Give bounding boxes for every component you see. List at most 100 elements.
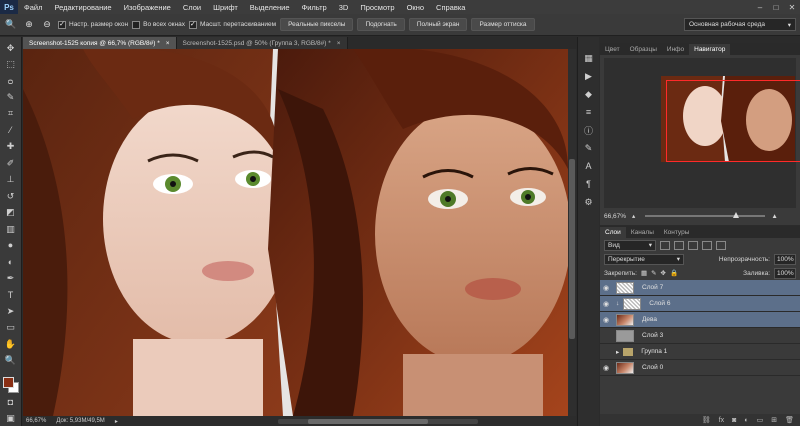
new-group-icon[interactable]: ▭ (757, 416, 764, 424)
eraser-icon[interactable]: ◩ (3, 205, 19, 219)
tool-presets-icon[interactable]: ⚙ (582, 195, 596, 209)
zoom-slider-knob[interactable] (733, 212, 740, 218)
zoom-tool-icon[interactable]: 🔍 (4, 18, 18, 32)
navigator-preview[interactable] (604, 58, 800, 208)
zoom-icon[interactable]: 🔍 (3, 353, 19, 367)
path-select-icon[interactable]: ➤ (3, 304, 19, 318)
layer-row[interactable]: Слой 3 (600, 328, 800, 344)
tab-paths[interactable]: Контуры (659, 227, 695, 238)
quick-select-icon[interactable]: ✎ (3, 90, 19, 104)
eye-icon[interactable]: ◉ (600, 300, 612, 308)
scrubby-zoom-checkbox[interactable]: ✓ Масшт. перетаскиванием (188, 20, 276, 29)
lock-all-icon[interactable]: 🔒 (670, 269, 678, 277)
navigator-zoom-value[interactable]: 66,67% (604, 213, 626, 220)
lasso-icon[interactable]: ᴑ (3, 74, 19, 88)
layer-row[interactable]: ▸ Группа 1 (600, 344, 800, 360)
menu-layers[interactable]: Слои (177, 3, 207, 12)
brush-presets-icon[interactable]: ✎ (582, 141, 596, 155)
status-arrow-icon[interactable]: ▸ (115, 418, 118, 425)
workspace-select[interactable]: Основная рабочая среда ▾ (684, 18, 796, 31)
filter-kind-select[interactable]: Вид ▾ (604, 239, 656, 251)
tab-document-1[interactable]: Screenshot-1525 копия @ 66,7% (RGB/8#) *… (23, 37, 177, 49)
hand-icon[interactable]: ✋ (3, 337, 19, 351)
eye-icon[interactable]: ◉ (600, 364, 612, 372)
zoom-in-large-icon[interactable]: ▲ (771, 213, 777, 220)
zoom-in-icon[interactable]: ⊕ (22, 18, 36, 32)
fit-screen-button[interactable]: Подогнать (357, 18, 405, 31)
type-filter-icon[interactable] (688, 240, 698, 250)
scroll-thumb[interactable] (569, 159, 575, 339)
dodge-icon[interactable]: ◐ (3, 255, 19, 269)
paragraph-icon[interactable]: ¶ (582, 177, 596, 191)
fill-input[interactable]: 100% (774, 267, 796, 279)
print-size-button[interactable]: Размер оттиска (471, 18, 535, 31)
zoom-out-small-icon[interactable]: ▴ (632, 212, 635, 220)
menu-select[interactable]: Выделение (244, 3, 296, 12)
eyedropper-icon[interactable]: ⁄ (3, 123, 19, 137)
close-button[interactable]: ✕ (784, 0, 800, 14)
view-frame[interactable] (666, 80, 800, 162)
character-icon[interactable]: A (582, 159, 596, 173)
minimize-button[interactable]: – (752, 0, 768, 14)
marquee-icon[interactable]: ⬚ (3, 57, 19, 71)
menu-window[interactable]: Окно (401, 3, 430, 12)
horizontal-scrollbar[interactable] (277, 418, 478, 424)
tab-swatches[interactable]: Образцы (625, 44, 662, 55)
new-layer-icon[interactable]: ⊞ (771, 416, 777, 424)
3d-icon[interactable]: ◆ (582, 87, 596, 101)
tab-document-2[interactable]: Screenshot-1525.psd @ 50% (Группа 3, RGB… (176, 37, 348, 49)
menu-edit[interactable]: Редактирование (48, 3, 117, 12)
scroll-thumb[interactable] (307, 418, 428, 424)
smart-filter-icon[interactable] (716, 240, 726, 250)
eye-icon[interactable]: ◉ (600, 316, 612, 324)
fx-icon[interactable]: fx (719, 417, 724, 424)
vertical-scrollbar[interactable] (568, 49, 576, 416)
shape-icon[interactable]: ▭ (3, 320, 19, 334)
all-windows-checkbox[interactable]: Во всех окнах (132, 20, 185, 29)
layer-name[interactable]: Слой 6 (649, 300, 670, 307)
menu-3d[interactable]: 3D (333, 3, 355, 12)
layer-name[interactable]: Слой 3 (642, 332, 663, 339)
tab-channels[interactable]: Каналы (626, 227, 659, 238)
shape-filter-icon[interactable] (702, 240, 712, 250)
tab-color[interactable]: Цвет (600, 44, 625, 55)
pixel-filter-icon[interactable] (660, 240, 670, 250)
eye-icon[interactable]: ◉ (600, 284, 612, 292)
history-icon[interactable]: ▦ (582, 51, 596, 65)
history-brush-icon[interactable]: ↺ (3, 189, 19, 203)
layer-name[interactable]: Слой 7 (642, 284, 663, 291)
resize-windows-checkbox[interactable]: ✓ Настр. размер окон (58, 20, 128, 29)
tab-layers[interactable]: Слои (600, 227, 626, 238)
close-icon[interactable]: × (337, 40, 341, 47)
adjustment-layer-icon[interactable]: ◐ (744, 417, 748, 424)
healing-icon[interactable]: ✚ (3, 140, 19, 154)
move-icon[interactable]: ✥ (3, 41, 19, 55)
blend-mode-select[interactable]: Перекрытие ▾ (604, 253, 684, 265)
trash-icon[interactable]: 🗑 (785, 416, 794, 424)
lock-pixels-icon[interactable]: ✎ (651, 269, 656, 277)
pen-icon[interactable]: ✒ (3, 271, 19, 285)
close-icon[interactable]: × (166, 40, 170, 47)
maximize-button[interactable]: □ (768, 0, 784, 14)
color-swatches[interactable] (2, 376, 20, 393)
menu-file[interactable]: Файл (18, 3, 48, 12)
layer-name[interactable]: Группа 1 (641, 348, 667, 355)
crop-icon[interactable]: ⌗ (3, 107, 19, 121)
properties-icon[interactable]: ≡ (582, 105, 596, 119)
actions-icon[interactable]: ▶ (582, 69, 596, 83)
zoom-out-icon[interactable]: ⊖ (40, 18, 54, 32)
layer-row[interactable]: ◉ Слой 0 (600, 360, 800, 376)
layer-row[interactable]: ◉ ↓ Слой 6 (600, 296, 800, 312)
brush-icon[interactable]: ✐ (3, 156, 19, 170)
link-layers-icon[interactable]: ⛓ (702, 416, 711, 424)
opacity-input[interactable]: 100% (774, 253, 796, 265)
info-icon[interactable]: ⓘ (582, 123, 596, 137)
quick-mask-icon[interactable]: ◘ (3, 395, 19, 409)
expand-arrow-icon[interactable]: ▸ (616, 348, 619, 356)
foreground-color-swatch[interactable] (2, 376, 14, 388)
screen-mode-icon[interactable]: ▣ (3, 412, 19, 426)
lock-transparent-icon[interactable]: ▦ (641, 269, 647, 277)
layer-row[interactable]: ◉ Слой 7 (600, 280, 800, 296)
blur-icon[interactable]: ● (3, 238, 19, 252)
mask-icon[interactable]: ◙ (732, 417, 736, 424)
